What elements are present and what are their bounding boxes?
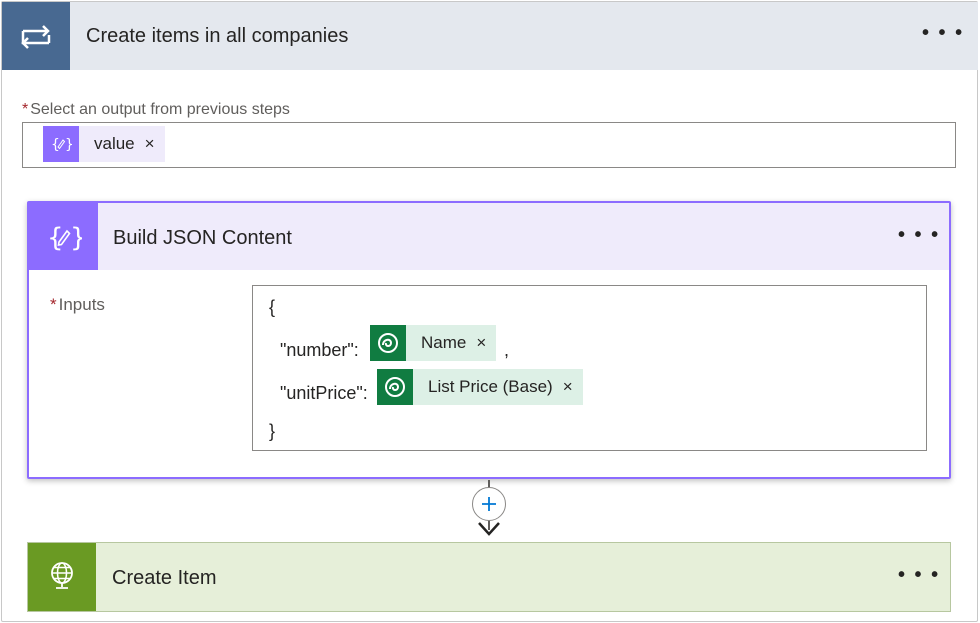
required-mark: *: [22, 101, 29, 118]
json-open-brace: {: [269, 297, 276, 317]
expression-icon: { }: [29, 203, 98, 270]
list-price-token[interactable]: List Price (Base) ×: [377, 369, 583, 405]
svg-text:}: }: [65, 137, 72, 153]
json-number-key: "number":: [280, 340, 359, 360]
dataverse-icon: [377, 369, 413, 405]
compose-more-menu[interactable]: • • •: [898, 224, 940, 247]
value-token-remove[interactable]: ×: [145, 134, 165, 154]
inputs-label-text: Inputs: [58, 295, 105, 314]
arrow-down-icon: [478, 522, 500, 536]
dataverse-icon: [370, 325, 406, 361]
inputs-label: * Inputs: [50, 295, 105, 315]
loop-title: Create items in all companies: [86, 25, 349, 47]
name-token-label: Name: [421, 333, 467, 352]
select-output-label-text: Select an output from previous steps: [30, 101, 290, 118]
inputs-editor[interactable]: [252, 285, 927, 451]
compose-title: Build JSON Content: [113, 227, 292, 249]
value-token[interactable]: { } value ×: [43, 126, 165, 162]
globe-icon: [28, 543, 96, 611]
svg-text:{: {: [51, 137, 60, 153]
json-close-brace: }: [269, 421, 276, 441]
name-token-remove[interactable]: ×: [476, 333, 496, 353]
name-token[interactable]: Name ×: [370, 325, 497, 361]
add-step-button[interactable]: [472, 487, 506, 521]
json-comma: ,: [504, 340, 510, 360]
required-mark: *: [50, 295, 57, 314]
create-item-more-menu[interactable]: • • •: [898, 564, 940, 587]
list-price-token-remove[interactable]: ×: [563, 377, 583, 397]
list-price-token-label: List Price (Base): [428, 377, 553, 396]
loop-more-menu[interactable]: • • •: [922, 22, 964, 45]
select-output-label: * Select an output from previous steps: [22, 101, 290, 119]
expression-icon: { }: [43, 126, 79, 162]
value-token-label: value: [94, 134, 135, 153]
json-unitprice-key: "unitPrice":: [280, 383, 368, 403]
loop-icon: [2, 2, 70, 70]
svg-text:}: }: [70, 223, 82, 253]
plus-icon: [482, 497, 496, 511]
create-item-title: Create Item: [112, 567, 217, 589]
